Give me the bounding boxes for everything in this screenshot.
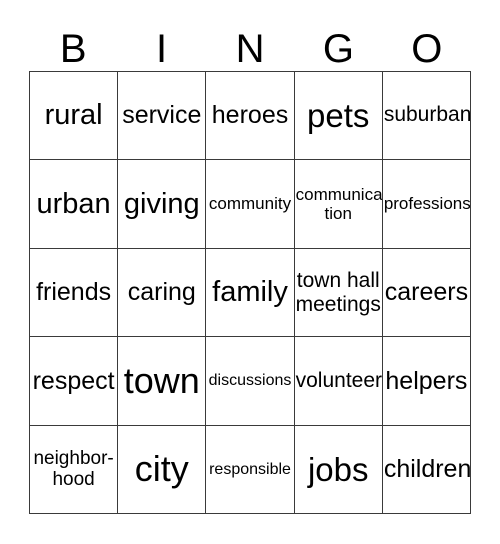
bingo-cell-label: pets (307, 97, 370, 135)
bingo-row: neighbor- hood city responsible jobs chi… (30, 425, 472, 515)
bingo-cell-label: suburban (383, 103, 472, 127)
bingo-cell[interactable]: community (206, 160, 295, 249)
bingo-header-letter-n: N (235, 27, 265, 71)
bingo-cell-label: city (134, 448, 189, 490)
bingo-header-letter-g: G (322, 27, 354, 71)
bingo-cell-label: discussions (208, 372, 292, 390)
bingo-cell[interactable]: discussions (206, 337, 295, 426)
bingo-cell[interactable]: neighbor- hood (30, 425, 119, 515)
bingo-row: respect town discussions volunteer helpe… (30, 337, 472, 426)
bingo-cell[interactable]: careers (382, 248, 472, 338)
bingo-cell[interactable]: communica- tion (294, 160, 383, 249)
bingo-cell-label: volunteer (295, 368, 382, 392)
bingo-cell[interactable]: pets (294, 72, 383, 161)
bingo-row: friends caring family town hall meetings… (30, 248, 472, 338)
bingo-cell[interactable]: professions (382, 160, 472, 249)
bingo-cell[interactable]: city (118, 425, 207, 515)
bingo-cell-label: service (122, 101, 202, 130)
bingo-cell-label: rural (44, 99, 103, 132)
bingo-card: B I N G O rural service heroes pets subu… (0, 0, 500, 544)
bingo-row: urban giving community communica- tion p… (30, 160, 472, 249)
bingo-header-letter-b: B (59, 27, 87, 71)
bingo-cell-label: helpers (385, 366, 468, 395)
bingo-cell[interactable]: jobs (294, 425, 383, 515)
bingo-cell-label: respect (32, 366, 115, 395)
bingo-cell[interactable]: children (382, 425, 472, 515)
bingo-cell-label: careers (384, 278, 469, 307)
bingo-cell[interactable]: suburban (382, 72, 472, 161)
bingo-cell-label: children (383, 454, 472, 483)
bingo-cell[interactable]: volunteer (294, 337, 383, 426)
bingo-cell[interactable]: friends (30, 248, 119, 338)
bingo-cell-label: neighbor- hood (33, 448, 114, 491)
bingo-cell-label: community (208, 194, 292, 214)
bingo-cell-label: responsible (209, 460, 291, 478)
bingo-cell-label: professions (383, 194, 471, 214)
bingo-cell[interactable]: town (118, 337, 207, 426)
bingo-cell-label: family (212, 276, 288, 308)
bingo-row: rural service heroes pets suburban (30, 72, 472, 161)
bingo-cell-label: communica- tion (295, 185, 383, 224)
bingo-cell[interactable]: helpers (382, 337, 472, 426)
bingo-cell-label: jobs (307, 450, 369, 488)
bingo-header-letter-o: O (411, 27, 443, 71)
bingo-cell[interactable]: town hall meetings (294, 248, 383, 338)
bingo-header-row: B I N G O (29, 18, 471, 71)
bingo-cell[interactable]: urban (30, 160, 119, 249)
bingo-cell[interactable]: service (118, 72, 207, 161)
bingo-cell[interactable]: heroes (206, 72, 295, 161)
bingo-cell[interactable]: rural (30, 72, 119, 161)
bingo-header-letter-i: I (156, 27, 168, 71)
bingo-grid: rural service heroes pets suburban urban… (29, 71, 472, 515)
bingo-cell[interactable]: family (206, 248, 295, 338)
bingo-cell[interactable]: giving (118, 160, 207, 249)
bingo-cell-label: town hall meetings (295, 269, 381, 316)
bingo-cell[interactable]: responsible (206, 425, 295, 515)
bingo-cell[interactable]: respect (30, 337, 119, 426)
bingo-cell-label: urban (36, 187, 111, 220)
bingo-cell-label: giving (123, 187, 200, 220)
bingo-cell-label: heroes (211, 101, 289, 130)
bingo-cell-label: town (123, 359, 200, 401)
bingo-cell[interactable]: caring (118, 248, 207, 338)
bingo-cell-label: friends (36, 278, 112, 307)
bingo-cell-label: caring (127, 278, 196, 307)
